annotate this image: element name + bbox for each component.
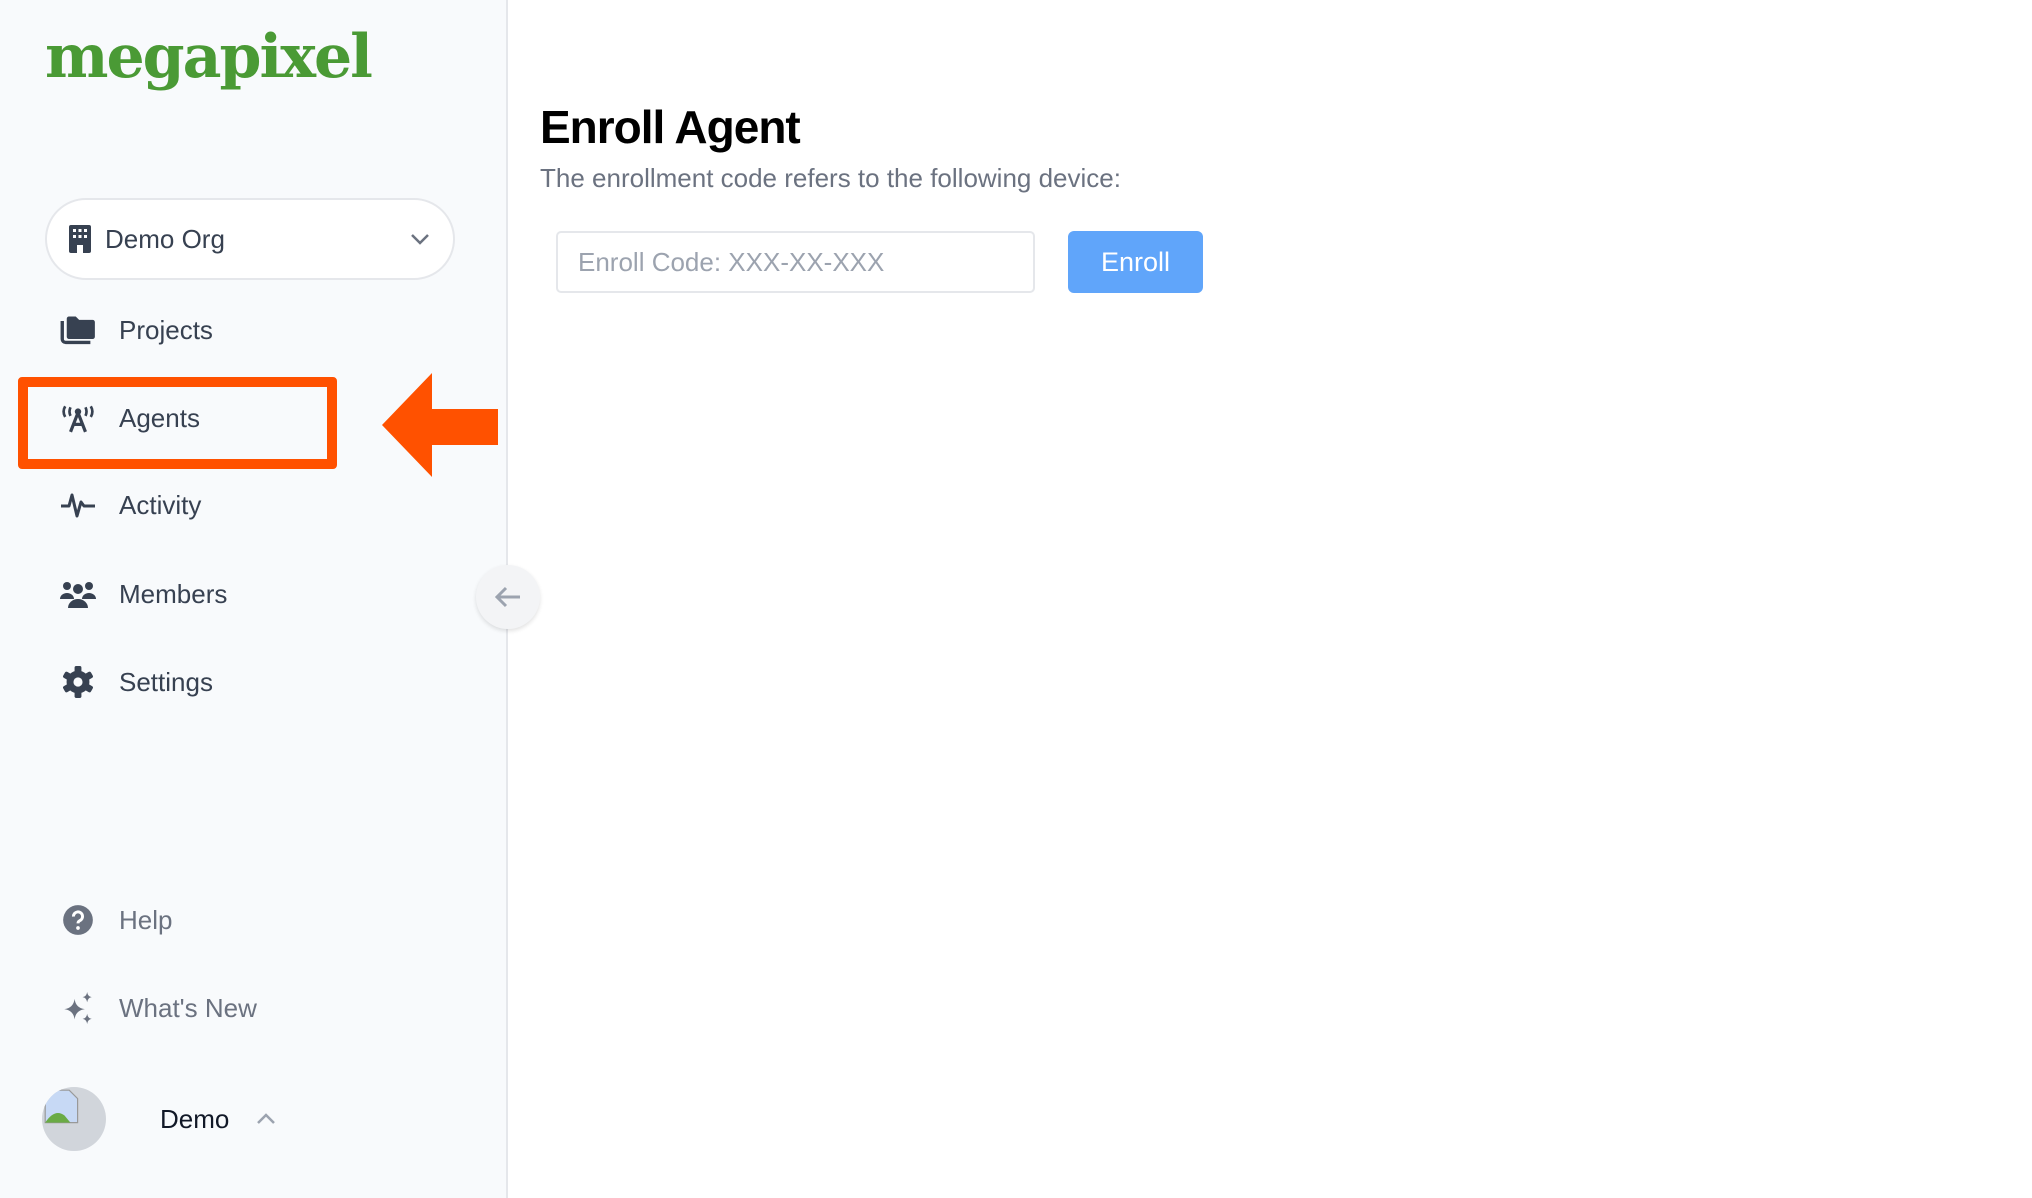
pulse-icon xyxy=(61,493,95,518)
chevron-up-icon xyxy=(257,1113,276,1124)
sidebar-item-agents[interactable]: Agents xyxy=(60,398,200,438)
page-subtitle: The enrollment code refers to the follow… xyxy=(540,163,1121,193)
enroll-button[interactable]: Enroll xyxy=(1068,231,1203,293)
sparkles-icon xyxy=(64,992,92,1024)
sidebar-item-activity[interactable]: Activity xyxy=(60,485,201,525)
sidebar-item-label: Settings xyxy=(119,666,213,697)
logo[interactable]: megapixel xyxy=(45,22,373,92)
arrow-left-icon xyxy=(494,586,520,608)
sidebar-item-settings[interactable]: Settings xyxy=(60,662,213,702)
sidebar-item-projects[interactable]: Projects xyxy=(60,310,213,350)
sidebar-item-help[interactable]: Help xyxy=(60,900,172,940)
sidebar-item-label: What's New xyxy=(119,992,257,1023)
page-title: Enroll Agent xyxy=(540,101,801,153)
sidebar-item-label: Activity xyxy=(119,489,202,520)
broken-image-icon xyxy=(44,1089,79,1124)
sidebar-item-label: Agents xyxy=(119,402,200,433)
sidebar-item-whats-new[interactable]: What's New xyxy=(60,988,257,1028)
question-circle-icon xyxy=(63,905,93,935)
building-icon xyxy=(69,225,91,253)
enroll-code-input[interactable] xyxy=(556,231,1035,293)
sidebar-item-members[interactable]: Members xyxy=(60,574,227,614)
users-icon xyxy=(60,582,96,608)
antenna-icon xyxy=(62,405,94,433)
annotation-arrow-icon xyxy=(382,373,498,477)
sidebar-item-label: Projects xyxy=(119,314,213,345)
user-name: Demo xyxy=(160,1103,230,1134)
gear-icon xyxy=(63,666,93,698)
collapse-sidebar-button[interactable] xyxy=(476,565,540,629)
sidebar-item-label: Help xyxy=(119,904,173,935)
chevron-down-icon xyxy=(411,234,429,245)
folder-icon xyxy=(60,316,95,345)
sidebar-item-label: Members xyxy=(119,578,228,609)
avatar xyxy=(42,1087,106,1151)
org-name: Demo Org xyxy=(105,223,225,254)
user-menu[interactable]: Demo xyxy=(42,1087,277,1151)
sidebar: megapixel Demo Org Projects Agents Activ… xyxy=(0,0,508,1198)
org-selector[interactable]: Demo Org xyxy=(45,198,455,280)
